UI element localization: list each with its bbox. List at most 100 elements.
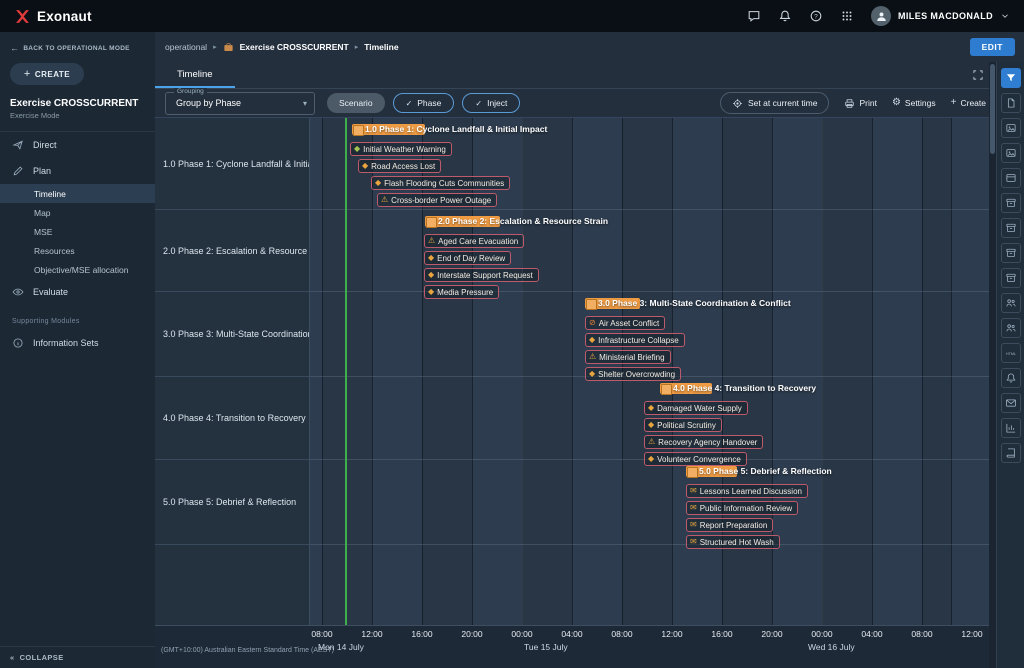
phase-bar-label: 2.0 Phase 2: Escalation & Resource Strai…	[438, 216, 608, 227]
back-to-operational-mode-link[interactable]: ← BACK TO OPERATIONAL MODE	[0, 32, 155, 61]
edit-button[interactable]: EDIT	[970, 38, 1015, 56]
right-tool-rail: HTML	[996, 62, 1024, 668]
inject-chip[interactable]: ⚠Aged Care Evacuation	[424, 234, 524, 248]
warning-icon: ⚠	[589, 353, 596, 361]
chart-rail-icon[interactable]	[1001, 418, 1021, 438]
topbar: Exonaut ? MILES MACDONALD	[0, 0, 1024, 32]
inject-label: Road Access Lost	[371, 162, 435, 171]
filter-chip-phase[interactable]: ✓Phase	[393, 93, 455, 113]
fullscreen-icon[interactable]	[972, 69, 984, 81]
inject-chip[interactable]: ◆Media Pressure	[424, 285, 499, 299]
axis-tick-label: 12:00	[361, 629, 382, 639]
inject-chip[interactable]: ⚠Recovery Agency Handover	[644, 435, 763, 449]
axis-tick-label: 20:00	[761, 629, 782, 639]
breadcrumb-exercise[interactable]: Exercise CROSSCURRENT	[240, 42, 349, 52]
help-icon[interactable]: ?	[809, 9, 823, 23]
set-time-label: Set at current time	[748, 98, 817, 108]
axis-tick-label: 04:00	[861, 629, 882, 639]
inject-chip[interactable]: ◆Damaged Water Supply	[644, 401, 748, 415]
html-rail-icon[interactable]: HTML	[1001, 343, 1021, 363]
filter-rail-icon[interactable]	[1001, 68, 1021, 88]
create-inject-button[interactable]: + Create	[951, 98, 986, 108]
inject-label: Recovery Agency Handover	[658, 438, 757, 447]
inject-label: Damaged Water Supply	[657, 404, 742, 413]
image-rail-icon[interactable]	[1001, 118, 1021, 138]
sidebar-item-objective-mse-allocation[interactable]: Objective/MSE allocation	[0, 260, 155, 279]
chat-icon[interactable]	[747, 9, 761, 23]
inject-chip[interactable]: ✉Structured Hot Wash	[686, 535, 780, 549]
inject-chip[interactable]: ⚠Cross-border Power Outage	[377, 193, 497, 207]
timeline-row-label: 3.0 Phase 3: Multi-State Coordination...	[155, 292, 309, 377]
filter-chip-scenario[interactable]: Scenario	[327, 93, 385, 113]
create-button[interactable]: + CREATE	[10, 63, 84, 85]
inject-chip[interactable]: ◆Political Scrutiny	[644, 418, 722, 432]
box-rail-icon[interactable]	[1001, 218, 1021, 238]
user-menu[interactable]: MILES MACDONALD	[871, 6, 1010, 26]
inject-chip[interactable]: ⚠Ministerial Briefing	[585, 350, 671, 364]
user-name: MILES MACDONALD	[898, 11, 993, 21]
inject-chip[interactable]: ◆Shelter Overcrowding	[585, 367, 681, 381]
inject-chip[interactable]: ✉Public Information Review	[686, 501, 798, 515]
sidebar-item-direct[interactable]: Direct	[0, 132, 155, 158]
print-button[interactable]: Print	[844, 98, 876, 109]
box-rail-icon[interactable]	[1001, 268, 1021, 288]
box-rail-icon[interactable]	[1001, 193, 1021, 213]
inject-label: Air Asset Conflict	[599, 319, 659, 328]
timeline-grid[interactable]: 1.0 Phase 1: Cyclone Landfall & Initial …	[310, 118, 989, 625]
vertical-scrollbar[interactable]	[989, 62, 996, 668]
inject-chip[interactable]: ◆Infrastructure Collapse	[585, 333, 685, 347]
inject-chip[interactable]: ◆Initial Weather Warning	[350, 142, 452, 156]
inject-chip[interactable]: ◆Road Access Lost	[358, 159, 441, 173]
sidebar-item-evaluate[interactable]: Evaluate	[0, 279, 155, 305]
filter-chip-inject[interactable]: ✓Inject	[462, 93, 520, 113]
inject-chip[interactable]: ✉Lessons Learned Discussion	[686, 484, 808, 498]
breadcrumb-separator-icon: ▸	[213, 43, 217, 51]
block-icon: ⊘	[589, 319, 596, 327]
inject-chip[interactable]: ◆End of Day Review	[424, 251, 511, 265]
plus-icon: +	[951, 98, 957, 108]
sidebar-child-label: Resources	[34, 246, 75, 256]
notifications-bell-icon[interactable]	[778, 9, 792, 23]
phase-bar[interactable]: 2.0 Phase 2: Escalation & Resource Strai…	[425, 216, 500, 227]
breadcrumb-separator-icon: ▸	[355, 43, 359, 51]
sidebar-item-timeline[interactable]: Timeline	[0, 184, 155, 203]
breadcrumb-operational[interactable]: operational	[165, 42, 207, 52]
diamond-icon: ◆	[589, 336, 595, 344]
phase-bar[interactable]: 4.0 Phase 4: Transition to Recovery	[660, 383, 712, 394]
phase-bar[interactable]: 1.0 Phase 1: Cyclone Landfall & Initial …	[352, 124, 425, 135]
sidebar-item-resources[interactable]: Resources	[0, 241, 155, 260]
tab-timeline[interactable]: Timeline	[155, 62, 235, 88]
inject-chip[interactable]: ⊘Air Asset Conflict	[585, 316, 665, 330]
sidebar-item-plan[interactable]: Plan	[0, 158, 155, 184]
sidebar-item-map[interactable]: Map	[0, 203, 155, 222]
topbar-actions: ? MILES MACDONALD	[747, 6, 1010, 26]
bell-rail-icon[interactable]	[1001, 368, 1021, 388]
users-rail-icon[interactable]	[1001, 318, 1021, 338]
image-rail-icon[interactable]	[1001, 143, 1021, 163]
card-rail-icon[interactable]	[1001, 168, 1021, 188]
users-rail-icon[interactable]	[1001, 293, 1021, 313]
inject-label: Shelter Overcrowding	[598, 370, 675, 379]
diamond-icon: ◆	[428, 254, 434, 262]
inject-chip[interactable]: ✉Report Preparation	[686, 518, 773, 532]
file-rail-icon[interactable]	[1001, 93, 1021, 113]
phase-bar[interactable]: 3.0 Phase 3: Multi-State Coordination & …	[585, 298, 640, 309]
box-rail-icon[interactable]	[1001, 243, 1021, 263]
mail-rail-icon[interactable]	[1001, 393, 1021, 413]
send-icon	[12, 139, 24, 151]
grouping-select[interactable]: Grouping Group by Phase ▾	[165, 92, 315, 115]
apps-grid-icon[interactable]	[840, 9, 854, 23]
inject-chip[interactable]: ◆Volunteer Convergence	[644, 452, 747, 466]
book-rail-icon[interactable]	[1001, 443, 1021, 463]
inject-chip[interactable]: ◆Flash Flooding Cuts Communities	[371, 176, 510, 190]
settings-button[interactable]: ⚙ Settings	[892, 98, 936, 108]
collapse-sidebar-button[interactable]: « COLLAPSE	[0, 646, 155, 668]
scrollbar-thumb[interactable]	[990, 64, 995, 154]
sidebar-item-information-sets[interactable]: Information Sets	[0, 330, 155, 356]
phase-bar[interactable]: 5.0 Phase 5: Debrief & Reflection	[686, 466, 737, 477]
app-logo[interactable]: Exonaut	[14, 8, 92, 25]
pencil-icon	[12, 165, 24, 177]
sidebar-item-mse[interactable]: MSE	[0, 222, 155, 241]
set-at-current-time-button[interactable]: Set at current time	[720, 92, 829, 114]
inject-label: Interstate Support Request	[437, 271, 533, 280]
